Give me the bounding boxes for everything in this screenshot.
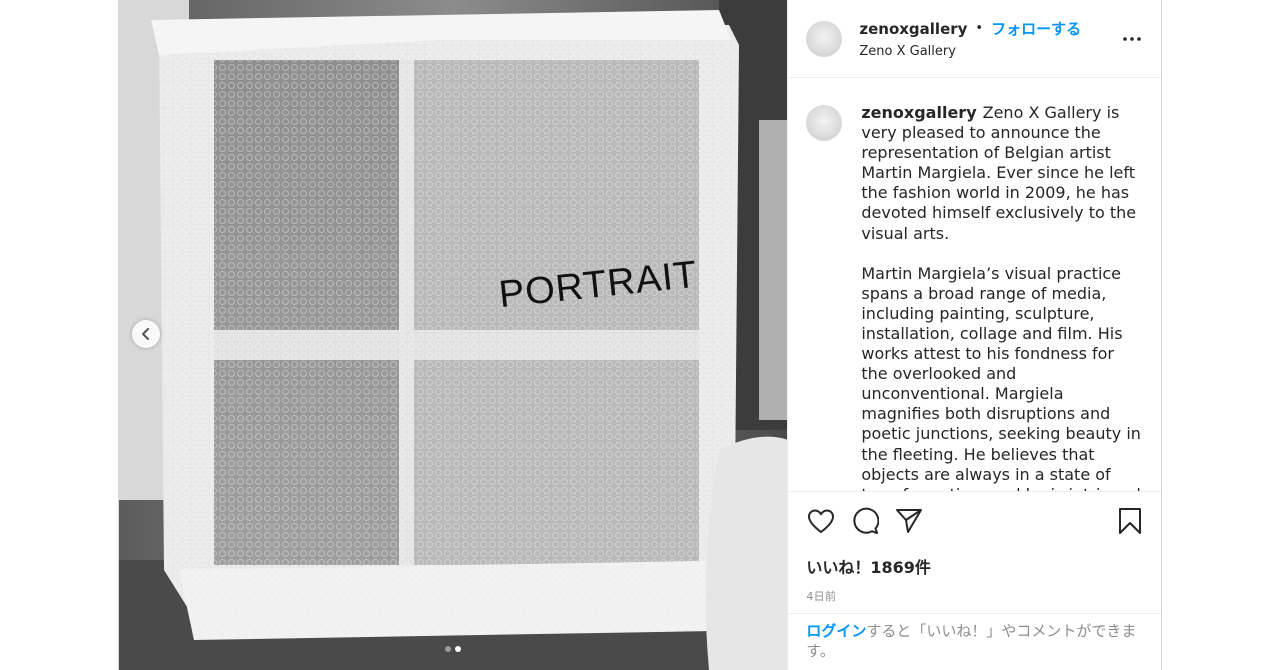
share-button[interactable] (894, 506, 924, 536)
header-text: zenoxgallery • フォローする Zeno X Gallery (859, 18, 1119, 60)
login-prompt: ログインすると「いいね！」やコメントができます。 (788, 613, 1161, 670)
separator-bullet: • (975, 21, 984, 36)
caption-paragraph: Martin Margiela’s visual practice spans … (861, 263, 1141, 491)
previous-slide-button[interactable] (132, 320, 160, 348)
follow-button[interactable]: フォローする (991, 18, 1081, 39)
username-link[interactable]: zenoxgallery (859, 20, 967, 38)
more-horizontal-icon (1123, 36, 1141, 41)
post-actions: いいね！1869件 4日前 (788, 491, 1161, 613)
carousel-dot-active (455, 646, 462, 652)
post-time[interactable]: 4日前 (806, 588, 1145, 604)
caption-username-link[interactable]: zenoxgallery (861, 103, 976, 122)
comment-icon (853, 507, 880, 534)
like-button[interactable] (806, 506, 836, 536)
post-photo: PORTRAIT (119, 0, 788, 670)
post-side-panel: zenoxgallery • フォローする Zeno X Gallery zen… (787, 0, 1161, 670)
comments-section[interactable]: zenoxgallery Zeno X Gallery is very pleas… (788, 79, 1161, 491)
caption-paragraph-text: Zeno X Gallery is very pleased to announ… (861, 103, 1137, 243)
caption-paragraph: zenoxgallery Zeno X Gallery is very pleas… (861, 103, 1145, 244)
bookmark-icon (1119, 508, 1141, 534)
login-link[interactable]: ログイン (806, 622, 866, 640)
avatar[interactable] (806, 20, 843, 57)
carousel-indicator (119, 646, 787, 652)
save-button[interactable] (1115, 506, 1145, 536)
location-link[interactable]: Zeno X Gallery (859, 44, 1119, 59)
post-container: PORTRAIT zenoxgallery • フォローする Zeno X Ga… (118, 0, 1162, 670)
action-icons (806, 492, 1145, 550)
comment-button[interactable] (850, 506, 880, 536)
carousel-dot (445, 646, 452, 652)
chevron-left-icon (142, 328, 149, 340)
more-options-button[interactable] (1119, 26, 1145, 52)
caption: zenoxgallery Zeno X Gallery is very pleas… (806, 103, 1145, 491)
header-row: zenoxgallery • フォローする (859, 18, 1119, 39)
paper-plane-icon (896, 509, 923, 533)
avatar[interactable] (806, 105, 843, 141)
caption-text: zenoxgallery Zeno X Gallery is very pleas… (861, 103, 1145, 491)
likes-count[interactable]: いいね！1869件 (806, 554, 1145, 578)
post-media[interactable]: PORTRAIT (119, 0, 788, 670)
post-header: zenoxgallery • フォローする Zeno X Gallery (788, 0, 1161, 78)
heart-icon (808, 509, 835, 534)
